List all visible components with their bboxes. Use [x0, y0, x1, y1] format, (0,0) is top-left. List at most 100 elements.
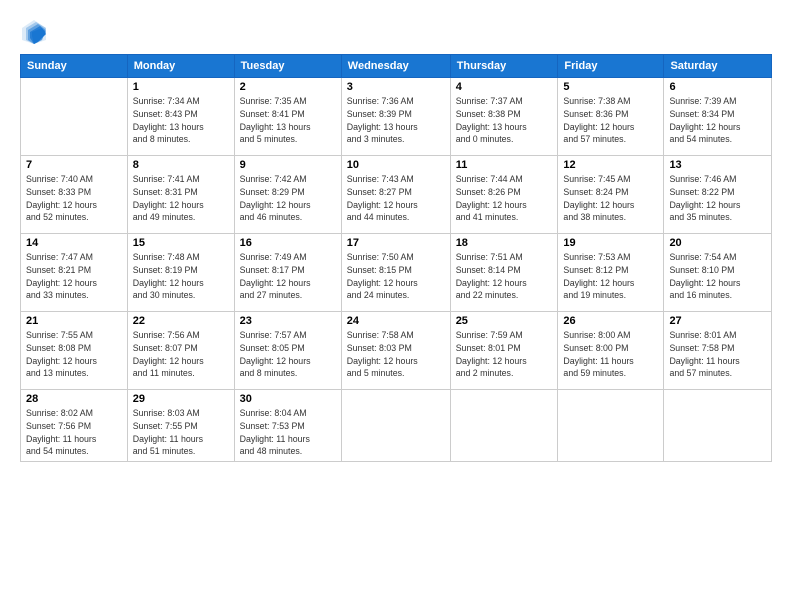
day-number: 18: [456, 237, 553, 249]
calendar-cell: 23 Sunrise: 7:57 AMSunset: 8:05 PMDayligh…: [234, 312, 341, 390]
calendar-cell: 22 Sunrise: 7:56 AMSunset: 8:07 PMDayligh…: [127, 312, 234, 390]
day-number: 19: [563, 237, 658, 249]
day-number: 11: [456, 159, 553, 171]
day-header-monday: Monday: [127, 55, 234, 78]
day-info: Sunrise: 7:38 AMSunset: 8:36 PMDaylight:…: [563, 95, 658, 146]
calendar-cell: 4 Sunrise: 7:37 AMSunset: 8:38 PMDaylight…: [450, 78, 558, 156]
day-number: 4: [456, 81, 553, 93]
calendar-cell: [664, 390, 772, 462]
day-info: Sunrise: 7:48 AMSunset: 8:19 PMDaylight:…: [133, 251, 229, 302]
day-number: 12: [563, 159, 658, 171]
day-info: Sunrise: 7:37 AMSunset: 8:38 PMDaylight:…: [456, 95, 553, 146]
day-number: 5: [563, 81, 658, 93]
calendar-cell: 20 Sunrise: 7:54 AMSunset: 8:10 PMDayligh…: [664, 234, 772, 312]
day-number: 22: [133, 315, 229, 327]
calendar-cell: [341, 390, 450, 462]
day-number: 25: [456, 315, 553, 327]
day-info: Sunrise: 7:59 AMSunset: 8:01 PMDaylight:…: [456, 329, 553, 380]
day-number: 2: [240, 81, 336, 93]
day-info: Sunrise: 7:53 AMSunset: 8:12 PMDaylight:…: [563, 251, 658, 302]
day-info: Sunrise: 7:34 AMSunset: 8:43 PMDaylight:…: [133, 95, 229, 146]
calendar-cell: 17 Sunrise: 7:50 AMSunset: 8:15 PMDayligh…: [341, 234, 450, 312]
day-number: 24: [347, 315, 445, 327]
calendar-cell: 25 Sunrise: 7:59 AMSunset: 8:01 PMDayligh…: [450, 312, 558, 390]
day-number: 29: [133, 393, 229, 405]
calendar-cell: 28 Sunrise: 8:02 AMSunset: 7:56 PMDayligh…: [21, 390, 128, 462]
day-info: Sunrise: 7:42 AMSunset: 8:29 PMDaylight:…: [240, 173, 336, 224]
calendar-cell: 13 Sunrise: 7:46 AMSunset: 8:22 PMDayligh…: [664, 156, 772, 234]
logo-icon: [20, 18, 48, 46]
day-info: Sunrise: 7:46 AMSunset: 8:22 PMDaylight:…: [669, 173, 766, 224]
day-header-wednesday: Wednesday: [341, 55, 450, 78]
calendar-cell: [21, 78, 128, 156]
calendar-cell: [450, 390, 558, 462]
calendar-header-row: SundayMondayTuesdayWednesdayThursdayFrid…: [21, 55, 772, 78]
calendar-cell: 27 Sunrise: 8:01 AMSunset: 7:58 PMDayligh…: [664, 312, 772, 390]
day-number: 3: [347, 81, 445, 93]
day-info: Sunrise: 7:40 AMSunset: 8:33 PMDaylight:…: [26, 173, 122, 224]
calendar-cell: 12 Sunrise: 7:45 AMSunset: 8:24 PMDayligh…: [558, 156, 664, 234]
calendar-cell: 14 Sunrise: 7:47 AMSunset: 8:21 PMDayligh…: [21, 234, 128, 312]
calendar-cell: 29 Sunrise: 8:03 AMSunset: 7:55 PMDayligh…: [127, 390, 234, 462]
day-header-sunday: Sunday: [21, 55, 128, 78]
calendar-cell: 18 Sunrise: 7:51 AMSunset: 8:14 PMDayligh…: [450, 234, 558, 312]
calendar-cell: 2Sunrise: 7:35 AMSunset: 8:41 PMDaylight…: [234, 78, 341, 156]
day-number: 13: [669, 159, 766, 171]
day-info: Sunrise: 8:01 AMSunset: 7:58 PMDaylight:…: [669, 329, 766, 380]
day-info: Sunrise: 7:44 AMSunset: 8:26 PMDaylight:…: [456, 173, 553, 224]
day-header-friday: Friday: [558, 55, 664, 78]
day-number: 20: [669, 237, 766, 249]
day-info: Sunrise: 7:54 AMSunset: 8:10 PMDaylight:…: [669, 251, 766, 302]
day-number: 15: [133, 237, 229, 249]
calendar-cell: 21 Sunrise: 7:55 AMSunset: 8:08 PMDayligh…: [21, 312, 128, 390]
day-number: 1: [133, 81, 229, 93]
day-number: 14: [26, 237, 122, 249]
day-header-tuesday: Tuesday: [234, 55, 341, 78]
day-info: Sunrise: 8:02 AMSunset: 7:56 PMDaylight:…: [26, 407, 122, 458]
day-number: 7: [26, 159, 122, 171]
day-number: 30: [240, 393, 336, 405]
day-info: Sunrise: 7:58 AMSunset: 8:03 PMDaylight:…: [347, 329, 445, 380]
day-info: Sunrise: 7:43 AMSunset: 8:27 PMDaylight:…: [347, 173, 445, 224]
calendar-cell: 3 Sunrise: 7:36 AMSunset: 8:39 PMDaylight…: [341, 78, 450, 156]
calendar-cell: 9Sunrise: 7:42 AMSunset: 8:29 PMDaylight…: [234, 156, 341, 234]
day-info: Sunrise: 7:45 AMSunset: 8:24 PMDaylight:…: [563, 173, 658, 224]
day-info: Sunrise: 7:36 AMSunset: 8:39 PMDaylight:…: [347, 95, 445, 146]
day-info: Sunrise: 7:51 AMSunset: 8:14 PMDaylight:…: [456, 251, 553, 302]
day-number: 28: [26, 393, 122, 405]
day-number: 6: [669, 81, 766, 93]
calendar-cell: 10Sunrise: 7:43 AMSunset: 8:27 PMDayligh…: [341, 156, 450, 234]
day-number: 8: [133, 159, 229, 171]
day-info: Sunrise: 7:47 AMSunset: 8:21 PMDaylight:…: [26, 251, 122, 302]
page-header: [20, 18, 772, 46]
day-header-saturday: Saturday: [664, 55, 772, 78]
day-info: Sunrise: 8:03 AMSunset: 7:55 PMDaylight:…: [133, 407, 229, 458]
calendar-cell: 7 Sunrise: 7:40 AMSunset: 8:33 PMDaylight…: [21, 156, 128, 234]
day-number: 21: [26, 315, 122, 327]
day-info: Sunrise: 8:00 AMSunset: 8:00 PMDaylight:…: [563, 329, 658, 380]
calendar-cell: 15 Sunrise: 7:48 AMSunset: 8:19 PMDayligh…: [127, 234, 234, 312]
calendar-cell: 16 Sunrise: 7:49 AMSunset: 8:17 PMDayligh…: [234, 234, 341, 312]
day-info: Sunrise: 7:57 AMSunset: 8:05 PMDaylight:…: [240, 329, 336, 380]
day-number: 16: [240, 237, 336, 249]
logo: [20, 18, 52, 46]
calendar-cell: 30 Sunrise: 8:04 AMSunset: 7:53 PMDayligh…: [234, 390, 341, 462]
calendar-cell: 19 Sunrise: 7:53 AMSunset: 8:12 PMDayligh…: [558, 234, 664, 312]
day-info: Sunrise: 7:50 AMSunset: 8:15 PMDaylight:…: [347, 251, 445, 302]
calendar-cell: 1 Sunrise: 7:34 AMSunset: 8:43 PMDaylight…: [127, 78, 234, 156]
day-info: Sunrise: 7:56 AMSunset: 8:07 PMDaylight:…: [133, 329, 229, 380]
day-info: Sunrise: 7:39 AMSunset: 8:34 PMDaylight:…: [669, 95, 766, 146]
day-number: 23: [240, 315, 336, 327]
day-header-thursday: Thursday: [450, 55, 558, 78]
calendar-cell: 5 Sunrise: 7:38 AMSunset: 8:36 PMDaylight…: [558, 78, 664, 156]
day-info: Sunrise: 8:04 AMSunset: 7:53 PMDaylight:…: [240, 407, 336, 458]
day-number: 26: [563, 315, 658, 327]
day-info: Sunrise: 7:41 AMSunset: 8:31 PMDaylight:…: [133, 173, 229, 224]
calendar-cell: 6 Sunrise: 7:39 AMSunset: 8:34 PMDaylight…: [664, 78, 772, 156]
calendar-cell: 11 Sunrise: 7:44 AMSunset: 8:26 PMDayligh…: [450, 156, 558, 234]
day-number: 27: [669, 315, 766, 327]
day-info: Sunrise: 7:55 AMSunset: 8:08 PMDaylight:…: [26, 329, 122, 380]
day-number: 17: [347, 237, 445, 249]
calendar-cell: 26 Sunrise: 8:00 AMSunset: 8:00 PMDayligh…: [558, 312, 664, 390]
day-info: Sunrise: 7:49 AMSunset: 8:17 PMDaylight:…: [240, 251, 336, 302]
